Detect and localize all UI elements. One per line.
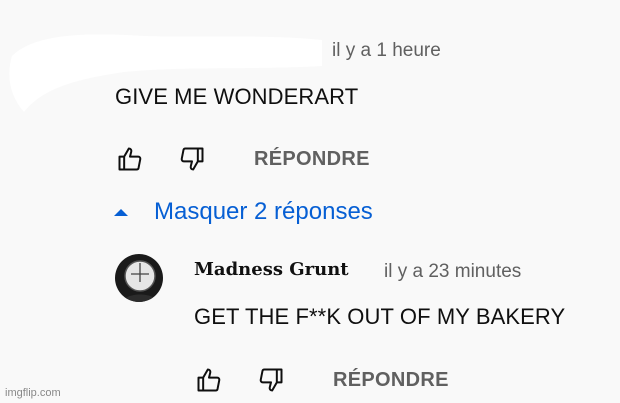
comment-text: GIVE ME WONDERART: [115, 84, 359, 109]
dislike-button[interactable]: [176, 143, 208, 175]
hide-replies-label: Masquer 2 réponses: [154, 198, 373, 225]
dislike-button[interactable]: [255, 364, 287, 396]
like-button[interactable]: [193, 364, 225, 396]
reply-actions: RÉPONDRE: [193, 364, 449, 396]
thumbs-up-icon: [197, 368, 221, 392]
thumbs-down-icon: [259, 368, 283, 392]
imgflip-watermark: imgflip.com: [5, 387, 61, 399]
reply-button[interactable]: RÉPONDRE: [333, 369, 449, 392]
reply-text: GET THE F**K OUT OF MY BAKERY: [194, 304, 566, 329]
like-button[interactable]: [114, 143, 146, 175]
hide-replies-toggle[interactable]: Masquer 2 réponses: [112, 198, 373, 226]
thumbs-down-icon: [180, 147, 204, 171]
thumbs-up-icon: [118, 147, 142, 171]
reply-button[interactable]: RÉPONDRE: [254, 148, 370, 171]
madness-grunt-avatar: [115, 254, 163, 302]
caret-up-icon: [114, 209, 128, 216]
comment-actions: RÉPONDRE: [114, 143, 370, 175]
reply-timestamp[interactable]: il y a 23 minutes: [384, 261, 521, 283]
comment-timestamp[interactable]: il y a 1 heure: [332, 40, 441, 62]
avatar[interactable]: [115, 254, 163, 302]
author-name[interactable]: Madness Grunt: [194, 259, 349, 280]
